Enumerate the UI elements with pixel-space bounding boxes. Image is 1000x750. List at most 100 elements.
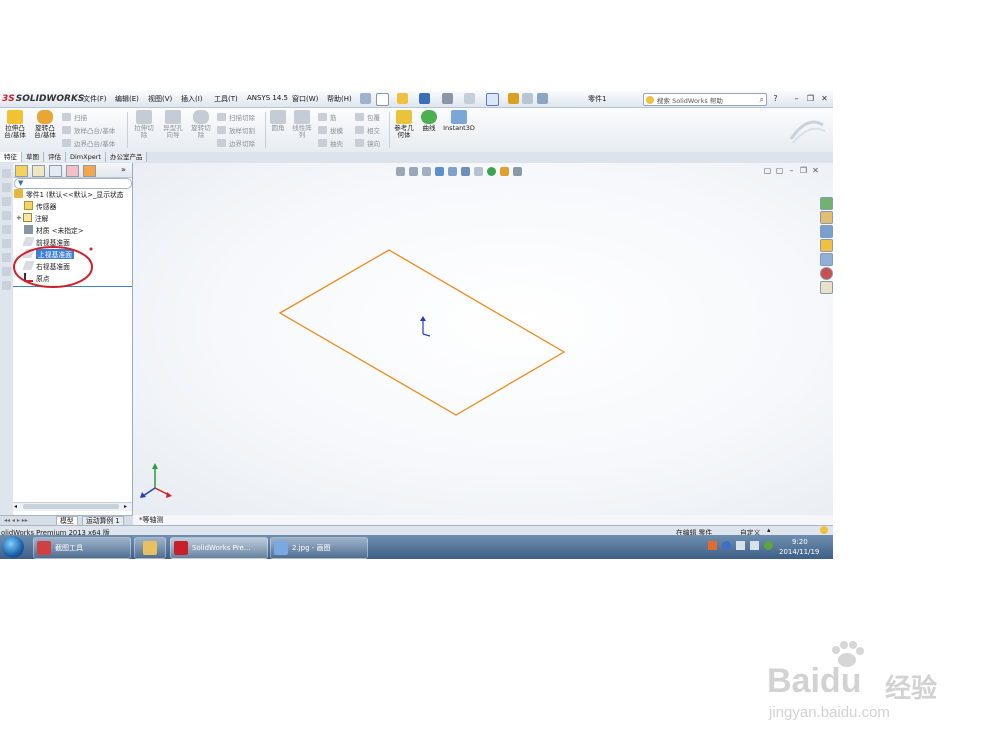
configuration-manager-tab-icon[interactable] [49,165,62,177]
tab-evaluate[interactable]: 评估 [44,152,66,162]
boundary-cut-button[interactable]: 边界切除 [217,138,255,148]
wrap-button[interactable]: 包覆 [355,112,380,122]
save-icon[interactable] [419,93,430,104]
taskbar-snipping-tool[interactable]: 截图工具 [33,537,131,559]
chevron-up-icon[interactable]: ▴ [767,526,771,534]
fillet-button[interactable]: 圆角 [268,110,288,132]
strip-tool-icon[interactable] [2,183,11,192]
taskbar-paint[interactable]: 2.jpg - 画图 [270,537,368,559]
graphics-canvas[interactable] [133,163,813,513]
curves-button[interactable]: 曲线 [419,110,439,132]
strip-tool-icon[interactable] [2,239,11,248]
draft-button[interactable]: 拔模 [318,125,343,135]
help-question-button[interactable]: ? [770,93,781,104]
extrude-boss-button[interactable]: 拉伸凸 台/基体 [2,110,28,139]
solidworks-resources-icon[interactable] [820,197,833,210]
tray-help-icon[interactable] [722,541,731,550]
feature-tree-horizontal-scrollbar[interactable]: ◂ ▸ [13,502,132,511]
tab-dimxpert[interactable]: DimXpert [66,152,106,162]
quick-tips-icon[interactable] [820,526,828,534]
graphics-area[interactable]: ▢ ▢ – ❐ ✕ *等轴测 [133,163,833,524]
instant3d-button[interactable]: Instant3D [443,110,475,132]
tab-scroll-arrows-icon[interactable]: ◂◂ ◂ ▸ ▸▸ [4,517,28,524]
menu-edit[interactable]: 编辑(E) [115,94,139,104]
tray-app-icon[interactable] [708,541,717,550]
search-icon[interactable]: ⌕ [760,95,764,105]
revolve-boss-button[interactable]: 旋转凸 台/基体 [31,110,59,139]
expand-chevron-icon[interactable]: » [121,165,126,174]
network-icon[interactable] [736,541,745,550]
shell-button[interactable]: 抽壳 [318,138,343,148]
menu-ansys[interactable]: ANSYS 14.5 [247,94,288,102]
restore-button[interactable]: ❐ [805,93,816,104]
taskbar-explorer[interactable] [134,537,166,559]
tab-features[interactable]: 特征 [0,152,22,162]
tree-root-part[interactable]: 零件1 (默认<<默认>_显示状态 [14,188,124,199]
mirror-button[interactable]: 镜向 [355,138,380,148]
print-icon[interactable] [442,93,453,104]
strip-tool-icon[interactable] [2,225,11,234]
close-button[interactable]: ✕ [819,93,830,104]
sweep-cut-button[interactable]: 扫描切除 [217,112,255,122]
strip-tool-icon[interactable] [2,211,11,220]
help-search-input[interactable]: 搜索 SolidWorks 帮助 ⌕ [643,93,767,106]
hole-wizard-button[interactable]: 异型孔 向导 [159,110,187,139]
volume-icon[interactable] [750,541,759,550]
rebuild-traffic-light-icon[interactable] [508,93,519,104]
appearances-icon[interactable] [820,267,833,280]
taskbar-solidworks[interactable]: SolidWorks Pre... [170,537,268,559]
minimize-button[interactable]: – [791,93,802,104]
file-properties-icon[interactable] [522,93,533,104]
open-folder-icon[interactable] [397,93,408,104]
linear-pattern-button[interactable]: 线性阵 列 [290,110,314,139]
scroll-right-icon[interactable]: ▸ [124,503,127,510]
boundary-boss-button[interactable]: 边界凸台/基体 [62,138,115,148]
top-plane-outline[interactable] [278,249,566,416]
clock-time[interactable]: 9:20 [792,538,808,546]
design-library-icon[interactable] [820,211,833,224]
display-manager-tab-icon[interactable] [83,165,96,177]
intersect-button[interactable]: 相交 [355,125,380,135]
strip-tool-icon[interactable] [2,267,11,276]
scroll-left-icon[interactable]: ◂ [14,503,17,510]
pin-icon[interactable] [360,93,371,104]
start-orb-icon[interactable] [2,536,24,558]
menu-window[interactable]: 窗口(W) [292,94,318,104]
extrude-cut-button[interactable]: 拉伸切 除 [131,110,157,139]
tab-sketch[interactable]: 草图 [22,152,44,162]
folder-icon[interactable] [820,239,833,252]
sweep-button[interactable]: 扫描 [62,112,87,122]
view-palette-icon[interactable] [820,253,833,266]
feature-tree-tab-icon[interactable] [15,165,28,177]
menu-view[interactable]: 视图(V) [148,94,172,104]
tree-item-sensors[interactable]: 传感器 [24,200,56,211]
select-cursor-icon[interactable] [486,93,499,106]
tree-item-annotations[interactable]: + 注解 [16,212,48,223]
strip-tool-icon[interactable] [2,281,11,290]
property-manager-tab-icon[interactable] [32,165,45,177]
new-document-icon[interactable] [376,93,389,106]
origin-marker-icon[interactable] [420,316,431,337]
tab-office-products[interactable]: 办公室产品 [105,152,148,162]
strip-tool-icon[interactable] [2,197,11,206]
strip-tool-icon[interactable] [2,253,11,262]
tree-item-material[interactable]: 材质 <未指定> [24,224,84,235]
menu-insert[interactable]: 插入(I) [181,94,203,104]
loft-cut-button[interactable]: 放样切割 [217,125,255,135]
rib-button[interactable]: 筋 [318,112,337,122]
menu-file[interactable]: 文件(F) [83,94,107,104]
options-icon[interactable] [537,93,548,104]
menu-help[interactable]: 帮助(H) [327,94,352,104]
loft-boss-button[interactable]: 放样凸台/基体 [62,125,115,135]
file-explorer-icon[interactable] [820,225,833,238]
custom-properties-icon[interactable] [820,281,833,294]
clock-date[interactable]: 2014/11/19 [779,548,819,556]
revolve-cut-button[interactable]: 旋转切 除 [188,110,214,139]
strip-tool-icon[interactable] [2,169,11,178]
undo-icon[interactable] [464,93,475,104]
dimxpert-manager-tab-icon[interactable] [66,165,79,177]
expand-plus-icon[interactable]: + [16,214,22,222]
menu-tools[interactable]: 工具(T) [214,94,238,104]
reference-geometry-button[interactable]: 参考几 何体 [392,110,416,139]
tray-security-icon[interactable] [764,541,773,550]
